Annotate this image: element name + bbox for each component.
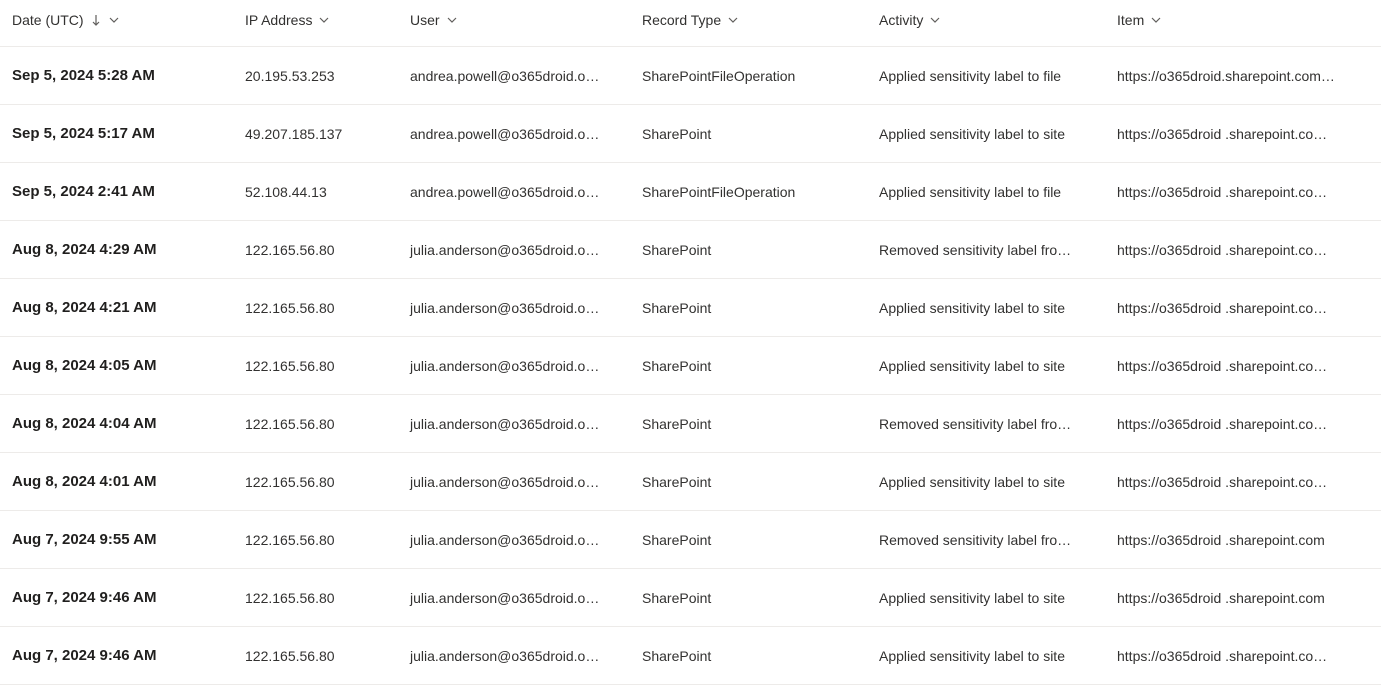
table-row[interactable]: Aug 7, 2024 9:46 AM122.165.56.80julia.an… — [0, 627, 1381, 685]
column-header-label: Date (UTC) — [12, 12, 84, 28]
cell-record-type: SharePoint — [630, 532, 867, 548]
cell-item: https://o365droid.sharepoint.com… — [1105, 68, 1381, 84]
chevron-down-icon — [108, 14, 120, 26]
cell-user: julia.anderson@o365droid.o… — [398, 590, 630, 606]
cell-date: Aug 8, 2024 4:01 AM — [0, 473, 233, 490]
cell-record-type: SharePointFileOperation — [630, 68, 867, 84]
cell-item: https://o365droid .sharepoint.co… — [1105, 300, 1381, 316]
cell-activity: Applied sensitivity label to site — [867, 590, 1105, 606]
cell-item: https://o365droid .sharepoint.co… — [1105, 648, 1381, 664]
cell-activity: Applied sensitivity label to file — [867, 184, 1105, 200]
cell-date: Aug 7, 2024 9:46 AM — [0, 589, 233, 606]
cell-item: https://o365droid .sharepoint.co… — [1105, 474, 1381, 490]
cell-record-type: SharePoint — [630, 416, 867, 432]
cell-user: julia.anderson@o365droid.o… — [398, 358, 630, 374]
column-header-ip[interactable]: IP Address — [233, 12, 398, 28]
cell-ip: 122.165.56.80 — [233, 648, 398, 664]
column-header-label: IP Address — [245, 12, 312, 28]
cell-date: Sep 5, 2024 2:41 AM — [0, 183, 233, 200]
column-header-label: Record Type — [642, 12, 721, 28]
cell-item: https://o365droid .sharepoint.com — [1105, 532, 1381, 548]
table-row[interactable]: Aug 7, 2024 9:46 AM122.165.56.80julia.an… — [0, 569, 1381, 627]
cell-user: julia.anderson@o365droid.o… — [398, 532, 630, 548]
cell-ip: 20.195.53.253 — [233, 68, 398, 84]
cell-item: https://o365droid .sharepoint.co… — [1105, 184, 1381, 200]
table-row[interactable]: Sep 5, 2024 2:41 AM52.108.44.13andrea.po… — [0, 163, 1381, 221]
chevron-down-icon — [727, 14, 739, 26]
table-row[interactable]: Aug 7, 2024 9:55 AM122.165.56.80julia.an… — [0, 511, 1381, 569]
cell-user: julia.anderson@o365droid.o… — [398, 300, 630, 316]
column-header-label: Item — [1117, 12, 1144, 28]
sort-down-icon — [90, 14, 102, 26]
cell-date: Aug 7, 2024 9:55 AM — [0, 531, 233, 548]
table-row[interactable]: Sep 5, 2024 5:28 AM20.195.53.253andrea.p… — [0, 47, 1381, 105]
chevron-down-icon — [1150, 14, 1162, 26]
chevron-down-icon — [318, 14, 330, 26]
cell-record-type: SharePoint — [630, 300, 867, 316]
column-header-label: User — [410, 12, 440, 28]
cell-activity: Removed sensitivity label fro… — [867, 416, 1105, 432]
cell-ip: 122.165.56.80 — [233, 242, 398, 258]
cell-item: https://o365droid .sharepoint.co… — [1105, 126, 1381, 142]
cell-record-type: SharePoint — [630, 242, 867, 258]
audit-log-table: Date (UTC) IP Address User Record Type — [0, 0, 1381, 685]
table-header-row: Date (UTC) IP Address User Record Type — [0, 0, 1381, 47]
table-row[interactable]: Aug 8, 2024 4:29 AM122.165.56.80julia.an… — [0, 221, 1381, 279]
cell-activity: Removed sensitivity label fro… — [867, 532, 1105, 548]
cell-activity: Applied sensitivity label to site — [867, 474, 1105, 490]
cell-date: Aug 8, 2024 4:29 AM — [0, 241, 233, 258]
cell-activity: Applied sensitivity label to site — [867, 648, 1105, 664]
cell-date: Aug 7, 2024 9:46 AM — [0, 647, 233, 664]
chevron-down-icon — [929, 14, 941, 26]
column-header-record-type[interactable]: Record Type — [630, 12, 867, 28]
cell-item: https://o365droid .sharepoint.com — [1105, 590, 1381, 606]
cell-record-type: SharePoint — [630, 474, 867, 490]
cell-user: andrea.powell@o365droid.o… — [398, 68, 630, 84]
cell-activity: Applied sensitivity label to file — [867, 68, 1105, 84]
table-row[interactable]: Sep 5, 2024 5:17 AM49.207.185.137andrea.… — [0, 105, 1381, 163]
cell-activity: Applied sensitivity label to site — [867, 126, 1105, 142]
cell-user: andrea.powell@o365droid.o… — [398, 184, 630, 200]
chevron-down-icon — [446, 14, 458, 26]
cell-record-type: SharePointFileOperation — [630, 184, 867, 200]
table-row[interactable]: Aug 8, 2024 4:01 AM122.165.56.80julia.an… — [0, 453, 1381, 511]
cell-ip: 49.207.185.137 — [233, 126, 398, 142]
column-header-item[interactable]: Item — [1105, 12, 1381, 28]
cell-ip: 122.165.56.80 — [233, 590, 398, 606]
cell-record-type: SharePoint — [630, 126, 867, 142]
cell-date: Aug 8, 2024 4:21 AM — [0, 299, 233, 316]
cell-ip: 52.108.44.13 — [233, 184, 398, 200]
cell-date: Aug 8, 2024 4:05 AM — [0, 357, 233, 374]
cell-ip: 122.165.56.80 — [233, 532, 398, 548]
table-row[interactable]: Aug 8, 2024 4:21 AM122.165.56.80julia.an… — [0, 279, 1381, 337]
table-row[interactable]: Aug 8, 2024 4:05 AM122.165.56.80julia.an… — [0, 337, 1381, 395]
cell-user: julia.anderson@o365droid.o… — [398, 416, 630, 432]
cell-date: Aug 8, 2024 4:04 AM — [0, 415, 233, 432]
cell-item: https://o365droid .sharepoint.co… — [1105, 358, 1381, 374]
cell-ip: 122.165.56.80 — [233, 474, 398, 490]
cell-ip: 122.165.56.80 — [233, 300, 398, 316]
column-header-user[interactable]: User — [398, 12, 630, 28]
cell-record-type: SharePoint — [630, 590, 867, 606]
cell-ip: 122.165.56.80 — [233, 358, 398, 374]
table-row[interactable]: Aug 8, 2024 4:04 AM122.165.56.80julia.an… — [0, 395, 1381, 453]
table-body: Sep 5, 2024 5:28 AM20.195.53.253andrea.p… — [0, 47, 1381, 685]
cell-user: julia.anderson@o365droid.o… — [398, 474, 630, 490]
cell-activity: Applied sensitivity label to site — [867, 300, 1105, 316]
column-header-label: Activity — [879, 12, 923, 28]
cell-ip: 122.165.56.80 — [233, 416, 398, 432]
column-header-date[interactable]: Date (UTC) — [0, 12, 233, 28]
cell-activity: Applied sensitivity label to site — [867, 358, 1105, 374]
cell-record-type: SharePoint — [630, 648, 867, 664]
cell-record-type: SharePoint — [630, 358, 867, 374]
cell-item: https://o365droid .sharepoint.co… — [1105, 242, 1381, 258]
cell-user: julia.anderson@o365droid.o… — [398, 242, 630, 258]
cell-date: Sep 5, 2024 5:28 AM — [0, 67, 233, 84]
cell-activity: Removed sensitivity label fro… — [867, 242, 1105, 258]
cell-user: julia.anderson@o365droid.o… — [398, 648, 630, 664]
column-header-activity[interactable]: Activity — [867, 12, 1105, 28]
cell-user: andrea.powell@o365droid.o… — [398, 126, 630, 142]
cell-item: https://o365droid .sharepoint.co… — [1105, 416, 1381, 432]
cell-date: Sep 5, 2024 5:17 AM — [0, 125, 233, 142]
